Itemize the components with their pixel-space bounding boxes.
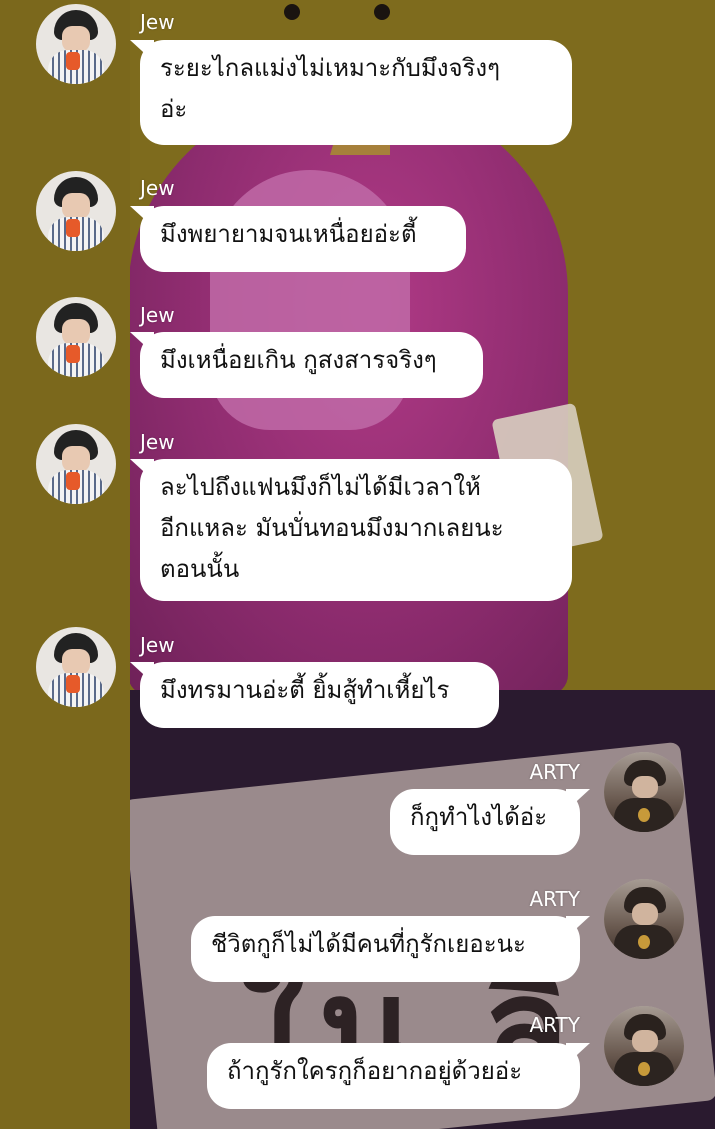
avatar-arty[interactable] — [604, 752, 684, 832]
message-bubble[interactable]: ชีวิตกูก็ไม่ได้มีคนที่กูรักเยอะนะ — [191, 916, 580, 982]
avatar-arty[interactable] — [604, 879, 684, 959]
message-bubble[interactable]: ละไปถึงแฟนมึงก็ไม่ได้มีเวลาให้ อีกแหละ ม… — [140, 459, 572, 601]
avatar-jew[interactable] — [36, 627, 116, 707]
sender-name: Jew — [140, 10, 175, 34]
message-bubble[interactable]: ระยะไกลแม่งไม่เหมาะกับมึงจริงๆ อ่ะ — [140, 40, 572, 145]
sender-name: ARTY — [529, 760, 580, 784]
avatar-jew[interactable] — [36, 4, 116, 84]
message-bubble[interactable]: ก็กูทำไงได้อ่ะ — [390, 789, 580, 855]
sender-name: Jew — [140, 633, 175, 657]
avatar-jew[interactable] — [36, 297, 116, 377]
message-bubble[interactable]: มึงเหนื่อยเกิน กูสงสารจริงๆ — [140, 332, 483, 398]
message-bubble[interactable]: ถ้ากูรักใครกูก็อยากอยู่ด้วยอ่ะ — [207, 1043, 580, 1109]
avatar-jew[interactable] — [36, 424, 116, 504]
sender-name: Jew — [140, 176, 175, 200]
sender-name: Jew — [140, 303, 175, 327]
chat-thread[interactable]: Jew ระยะไกลแม่งไม่เหมาะกับมึงจริงๆ อ่ะ J… — [0, 0, 715, 1129]
sender-name: Jew — [140, 430, 175, 454]
sender-name: ARTY — [529, 1013, 580, 1037]
sender-name: ARTY — [529, 887, 580, 911]
message-bubble[interactable]: มึงทรมานอ่ะตี้ ยิ้มสู้ทำเหี้ยไร — [140, 662, 499, 728]
avatar-arty[interactable] — [604, 1006, 684, 1086]
message-bubble[interactable]: มึงพยายามจนเหนื่อยอ่ะตี้ — [140, 206, 466, 272]
avatar-jew[interactable] — [36, 171, 116, 251]
